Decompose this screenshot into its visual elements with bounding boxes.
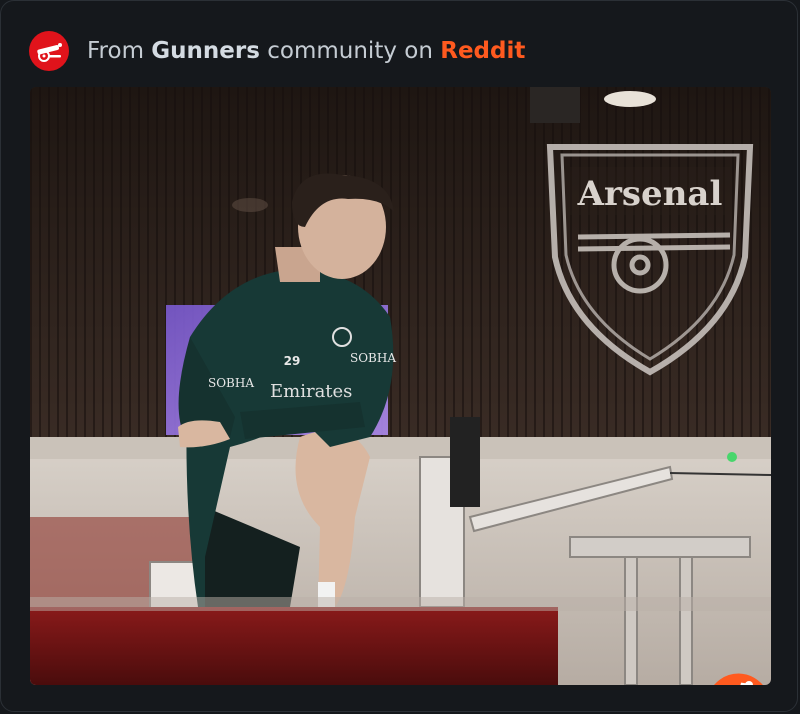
post-image[interactable]: Arsenal 29 SOBHA SOBHA Emirates [30, 87, 771, 685]
arsenal-cannon-icon[interactable] [29, 31, 69, 71]
shirt-number: 29 [284, 354, 301, 368]
reddit-snoo-icon[interactable] [704, 671, 771, 685]
crest-text: Arsenal [577, 174, 723, 214]
header-prefix: From [87, 38, 152, 64]
shirt-sponsor-left: SOBHA [208, 376, 254, 390]
community-name-link[interactable]: Gunners [151, 38, 260, 64]
reddit-link[interactable]: Reddit [440, 38, 525, 64]
reddit-embed-card[interactable]: From Gunners community on Reddit Arsenal… [0, 0, 798, 712]
shirt-sponsor-right: SOBHA [350, 351, 396, 365]
embed-header: From Gunners community on Reddit [29, 30, 525, 72]
embed-source-text: From Gunners community on Reddit [87, 38, 525, 64]
shirt-sponsor-main: Emirates [270, 381, 352, 402]
header-middle: community on [259, 38, 441, 64]
